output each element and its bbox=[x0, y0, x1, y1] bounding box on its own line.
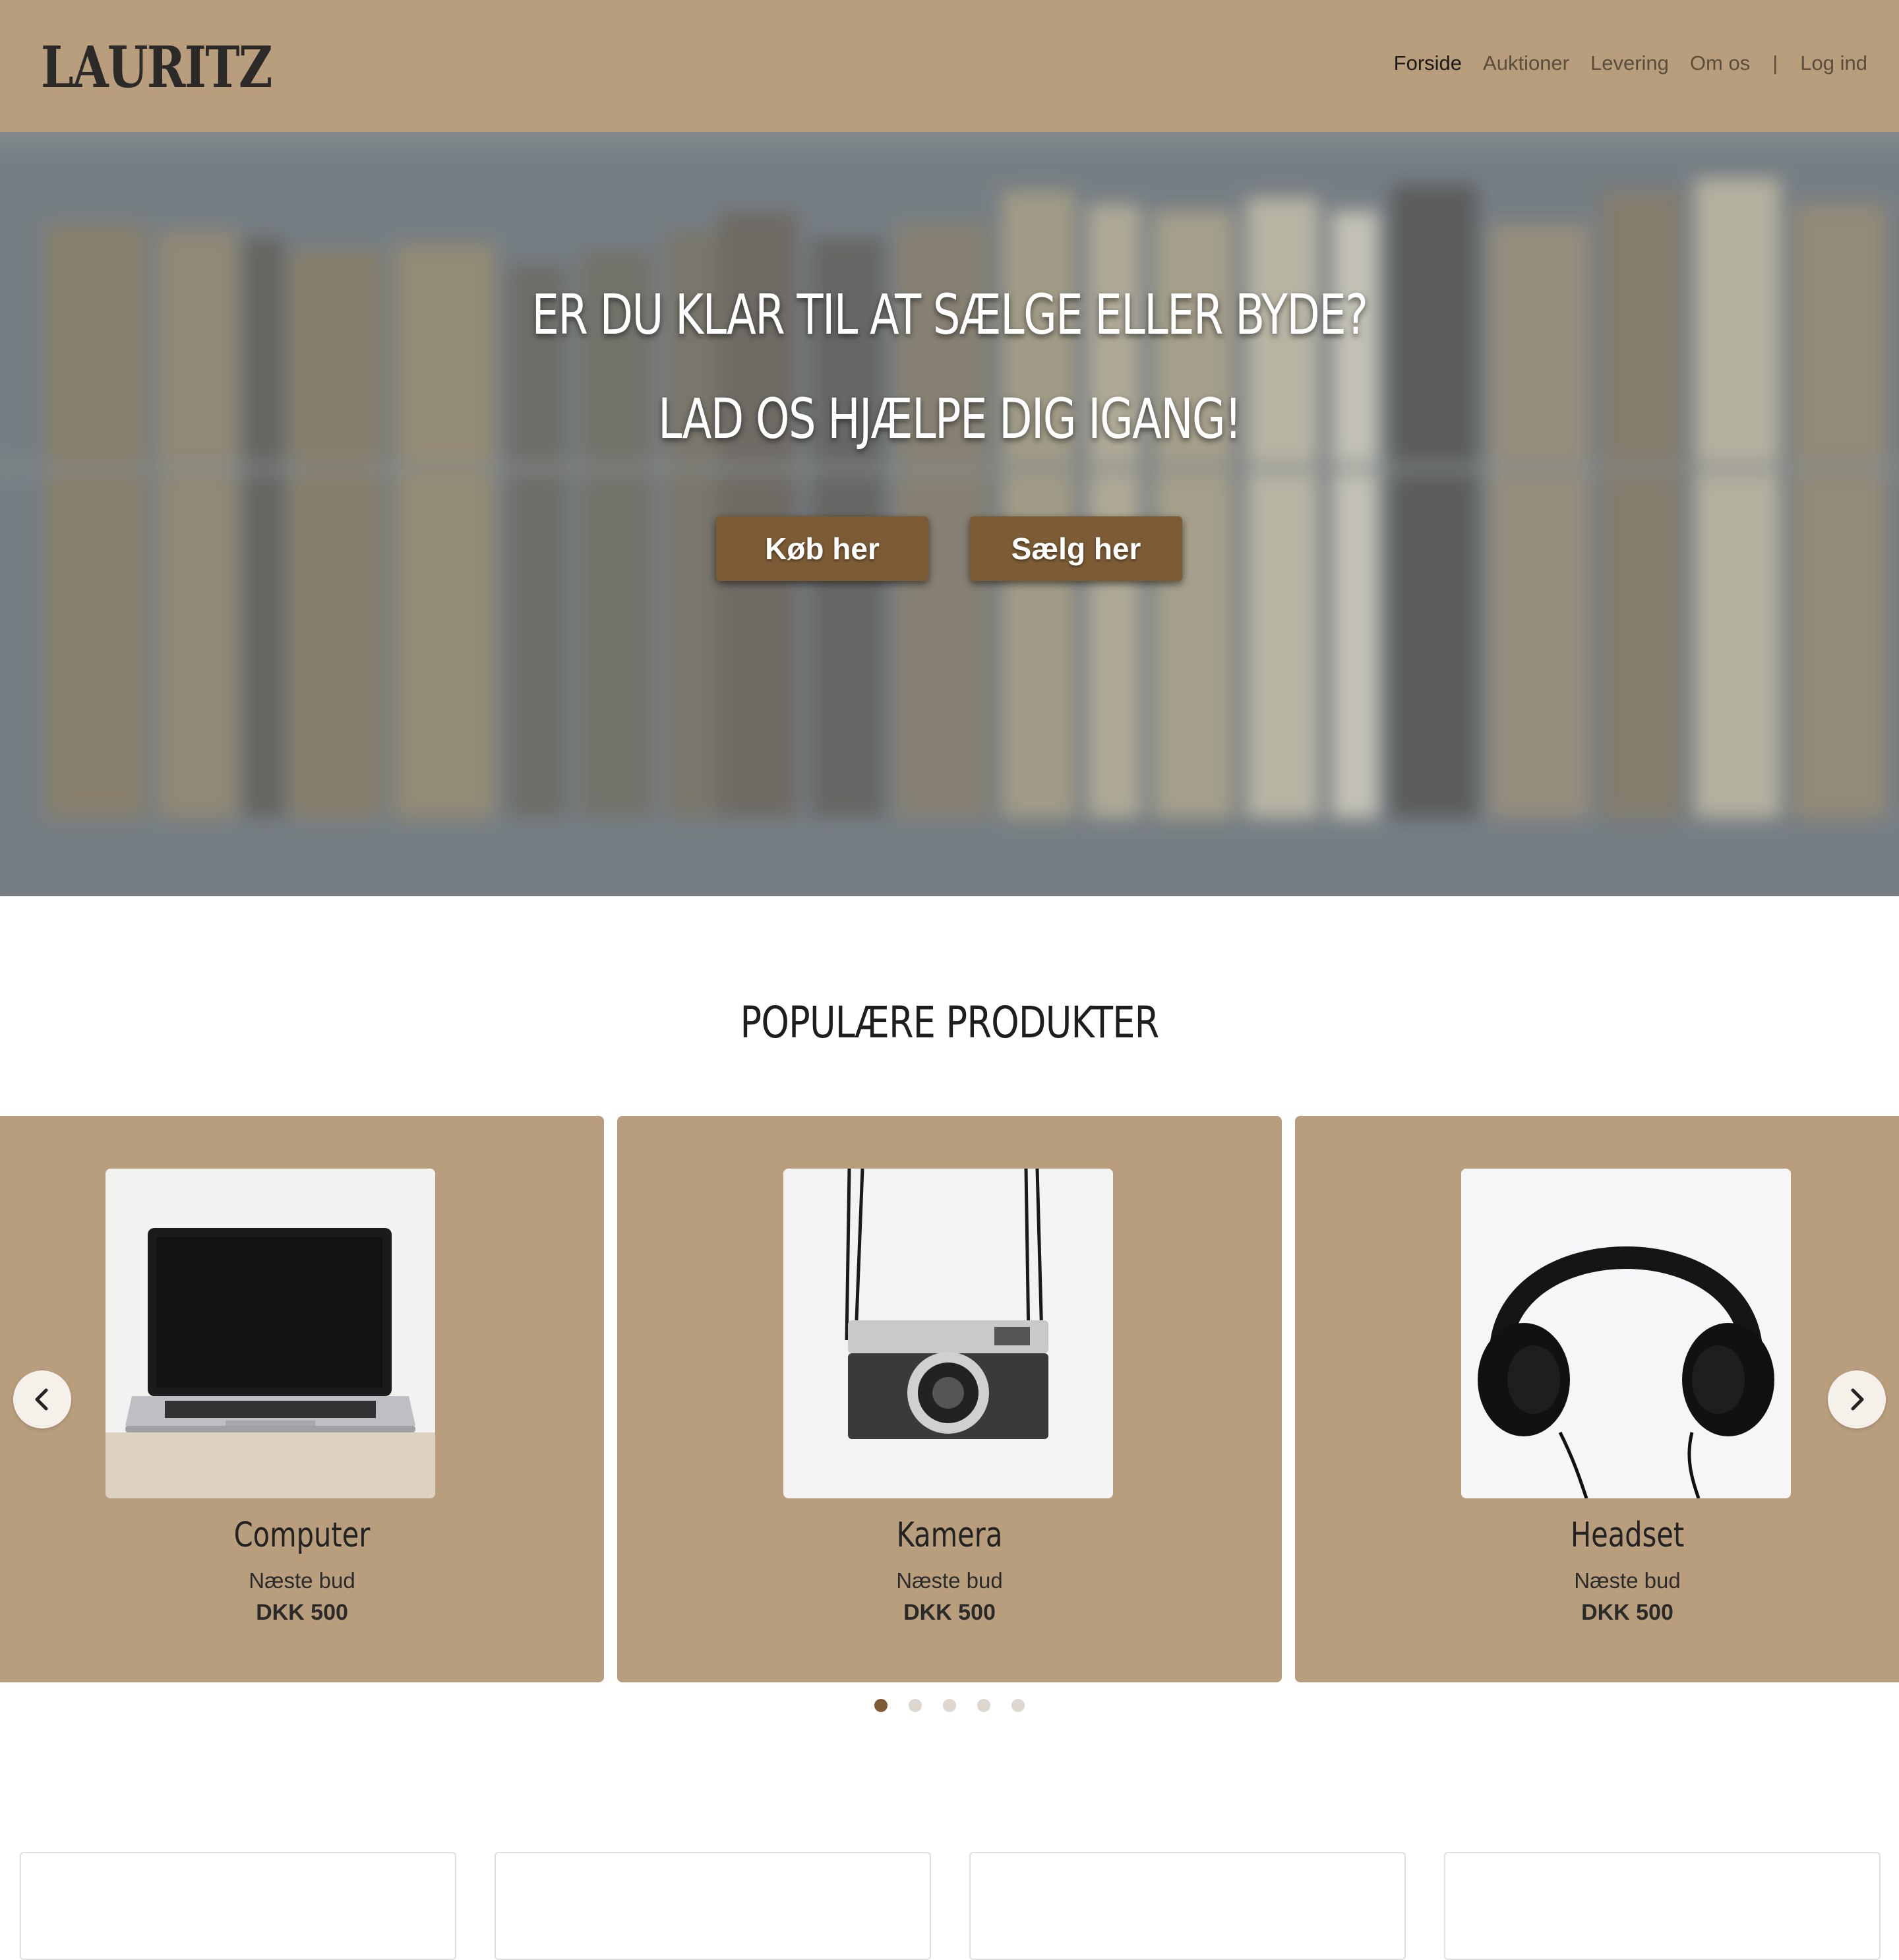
carousel-pagination bbox=[874, 1699, 1046, 1712]
nav-om-os[interactable]: Om os bbox=[1690, 51, 1750, 75]
hero-banner: ER DU KLAR TIL AT SÆLGE ELLER BYDE? LAD … bbox=[0, 132, 1899, 896]
carousel-dot[interactable] bbox=[977, 1699, 990, 1712]
nav-auktioner[interactable]: Auktioner bbox=[1483, 51, 1569, 75]
product-price: DKK 500 bbox=[256, 1600, 348, 1625]
nav-forside[interactable]: Forside bbox=[1394, 51, 1462, 75]
nav-levering[interactable]: Levering bbox=[1590, 51, 1669, 75]
product-name[interactable]: Headset bbox=[1362, 1516, 1893, 1555]
hero-overlay bbox=[0, 132, 1899, 896]
product-card[interactable]: Kamera Næste bud DKK 500 bbox=[617, 1116, 1282, 1682]
info-card bbox=[1444, 1852, 1881, 1960]
carousel-dot[interactable] bbox=[909, 1699, 922, 1712]
carousel-dot[interactable] bbox=[1011, 1699, 1025, 1712]
sell-button[interactable]: Sælg her bbox=[970, 516, 1182, 581]
chevron-left-icon bbox=[35, 1388, 48, 1411]
info-card bbox=[969, 1852, 1406, 1960]
chevron-right-icon bbox=[1851, 1388, 1864, 1411]
product-price: DKK 500 bbox=[1581, 1600, 1673, 1625]
site-header: LAURITZ Forside Auktioner Levering Om os… bbox=[0, 0, 1899, 132]
headphones-image bbox=[1461, 1169, 1791, 1498]
next-bid-label: Næste bud bbox=[1574, 1568, 1681, 1593]
carousel-next-button[interactable] bbox=[1828, 1370, 1886, 1428]
laptop-image bbox=[106, 1169, 435, 1498]
section-title: POPULÆRE PRODUKTER bbox=[740, 997, 1160, 1048]
next-bid-label: Næste bud bbox=[896, 1568, 1003, 1593]
next-bid-label: Næste bud bbox=[249, 1568, 355, 1593]
site-logo[interactable]: LAURITZ bbox=[41, 34, 273, 101]
camera-image bbox=[783, 1169, 1113, 1498]
nav-separator: | bbox=[1772, 51, 1778, 75]
hero-heading: ER DU KLAR TIL AT SÆLGE ELLER BYDE? bbox=[531, 282, 1368, 347]
info-card bbox=[495, 1852, 931, 1960]
hero-subheading: LAD OS HJÆLPE DIG IGANG! bbox=[658, 386, 1242, 451]
main-nav: Forside Auktioner Levering Om os | Log i… bbox=[1373, 51, 1867, 75]
carousel-dot[interactable] bbox=[874, 1699, 888, 1712]
carousel-dot[interactable] bbox=[943, 1699, 956, 1712]
nav-log-ind[interactable]: Log ind bbox=[1800, 51, 1867, 75]
product-name[interactable]: Computer bbox=[36, 1516, 568, 1555]
carousel-prev-button[interactable] bbox=[13, 1370, 71, 1428]
product-name[interactable]: Kamera bbox=[684, 1516, 1215, 1555]
product-card[interactable]: Headset Næste bud DKK 500 bbox=[1295, 1116, 1899, 1682]
product-card[interactable]: Computer Næste bud DKK 500 bbox=[0, 1116, 604, 1682]
buy-button[interactable]: Køb her bbox=[716, 516, 928, 581]
info-card bbox=[20, 1852, 456, 1960]
product-price: DKK 500 bbox=[903, 1600, 996, 1625]
